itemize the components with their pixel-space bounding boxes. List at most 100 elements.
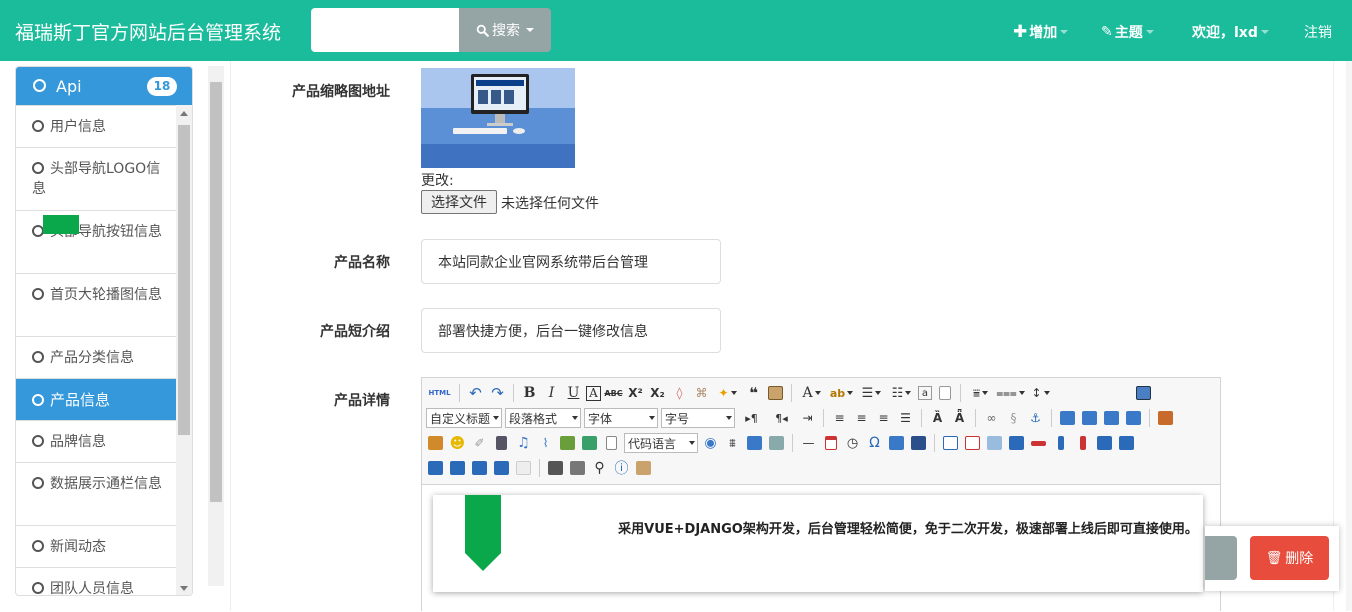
custom-title-select[interactable]: 自定义标题 [426, 408, 502, 428]
split-to-rows-icon[interactable] [448, 459, 467, 478]
sidebar-item-nav-logo[interactable]: 头部导航LOGO信息 [16, 147, 176, 210]
time-icon[interactable]: ◷ [843, 434, 862, 453]
merge-cells-icon[interactable] [1095, 434, 1114, 453]
auto-format-icon[interactable]: ✦ [714, 384, 741, 403]
scrollbar-thumb[interactable] [210, 82, 222, 502]
eraser-icon[interactable]: ◊ [670, 384, 689, 403]
insert-image-icon[interactable] [426, 434, 445, 453]
template-icon[interactable] [745, 434, 764, 453]
fullscreen-icon[interactable] [1134, 384, 1153, 403]
pagebreak-icon[interactable]: ⩩ [723, 434, 742, 453]
unlink-icon[interactable]: § [1004, 409, 1023, 428]
product-name-input[interactable] [421, 239, 721, 284]
sidebar-item-data-banner[interactable]: 数据展示通栏信息 [16, 462, 176, 525]
scrawl-icon[interactable]: ✐ [470, 434, 489, 453]
user-menu[interactable]: 欢迎，lxd [1192, 22, 1269, 42]
gmap-icon[interactable] [580, 434, 599, 453]
music-icon[interactable]: ♫ [514, 434, 533, 453]
insert-row-icon[interactable] [1007, 434, 1026, 453]
lowercase-icon[interactable]: Ǟ [950, 409, 969, 428]
background-icon[interactable] [767, 434, 786, 453]
rtl-icon[interactable]: ¶◂ [768, 409, 795, 428]
link-icon[interactable]: ∞ [982, 409, 1001, 428]
code-language-select[interactable]: 代码语言 [624, 433, 698, 453]
font-select[interactable]: 字体 [584, 408, 658, 428]
align-left-icon[interactable]: ≡ [830, 409, 849, 428]
split-to-cols-icon[interactable] [470, 459, 489, 478]
sidebar-header[interactable]: Api 18 [16, 67, 192, 105]
logout-link[interactable]: 注销 [1304, 22, 1332, 42]
insert-col-icon[interactable] [1051, 434, 1070, 453]
drafts-icon[interactable] [634, 459, 653, 478]
emotion-icon[interactable]: ☻ [448, 434, 467, 453]
image-center-icon[interactable] [1124, 409, 1143, 428]
search-button[interactable]: 搜索 [459, 8, 551, 52]
product-intro-input[interactable] [421, 308, 721, 353]
choose-file-button[interactable]: 选择文件 [421, 190, 497, 214]
sidebar-item-product-category[interactable]: 产品分类信息 [16, 336, 176, 378]
insert-table-icon[interactable] [941, 434, 960, 453]
help-icon[interactable]: ⓘ [612, 459, 631, 478]
sidebar-item-team[interactable]: 团队人员信息 [16, 567, 176, 595]
sidebar-item-news[interactable]: 新闻动态 [16, 525, 176, 567]
merge-right-icon[interactable] [1117, 434, 1136, 453]
align-right-icon[interactable]: ≡ [874, 409, 893, 428]
undo-icon[interactable]: ↶ [466, 384, 485, 403]
simple-upload-icon[interactable] [1156, 409, 1175, 428]
sidebar-item-product-info[interactable]: 产品信息 [16, 378, 176, 420]
horizontal-rule-icon[interactable]: — [799, 434, 818, 453]
border-text-icon[interactable]: A [586, 385, 601, 401]
line-height-icon[interactable]: ↕ [1027, 384, 1054, 403]
delete-button[interactable]: 🗑 删除 [1250, 536, 1329, 580]
sidebar-scrollbar[interactable] [176, 105, 192, 595]
highlight-color-icon[interactable]: ab [828, 384, 855, 403]
underline-icon[interactable]: U [564, 384, 583, 403]
row-spacing-top-icon[interactable]: ⩸ [967, 384, 994, 403]
page-scrollbar[interactable] [208, 66, 224, 586]
sidebar-item-nav-buttons[interactable]: 头部导航按钮信息 [16, 210, 176, 273]
delete-row-icon[interactable] [1029, 434, 1048, 453]
italic-icon[interactable]: I [542, 384, 561, 403]
quote-icon[interactable]: ❝ [744, 384, 763, 403]
sidebar-item-user-info[interactable]: 用户信息 [16, 105, 176, 147]
size-select[interactable]: 字号 [661, 408, 735, 428]
sidebar-item-carousel[interactable]: 首页大轮播图信息 [16, 273, 176, 336]
format-brush-icon[interactable]: ⌘ [692, 384, 711, 403]
frame-icon[interactable] [602, 434, 621, 453]
scroll-down-icon[interactable] [180, 586, 188, 591]
strikethrough-icon[interactable]: ABC [604, 384, 623, 403]
align-justify-icon[interactable]: ☰ [896, 409, 915, 428]
row-spacing-bottom-icon[interactable]: ⩶ [996, 384, 1025, 403]
map-icon[interactable] [558, 434, 577, 453]
delete-col-icon[interactable] [1073, 434, 1092, 453]
anchor-icon[interactable]: ⚓ [1026, 409, 1045, 428]
insert-video-icon[interactable] [492, 434, 511, 453]
preview-icon[interactable] [568, 459, 587, 478]
attachment-icon[interactable]: ⌇ [536, 434, 555, 453]
image-none-icon[interactable] [1058, 409, 1077, 428]
clear-doc-icon[interactable] [935, 384, 954, 403]
paste-plain-icon[interactable] [766, 384, 785, 403]
split-to-cells-icon[interactable] [492, 459, 511, 478]
uppercase-icon[interactable]: Ȁ [928, 409, 947, 428]
print-icon[interactable] [546, 459, 565, 478]
superscript-icon[interactable]: X² [626, 384, 645, 403]
brand-title[interactable]: 福瑞斯丁官方网站后台管理系统 [15, 18, 281, 45]
image-left-icon[interactable] [1080, 409, 1099, 428]
indent-icon[interactable]: ⇥ [798, 409, 817, 428]
search-input[interactable] [311, 8, 459, 52]
scrollbar-thumb[interactable] [178, 125, 190, 435]
redo-icon[interactable]: ↷ [488, 384, 507, 403]
theme-menu[interactable]: ✎ 主题 [1101, 22, 1154, 42]
bold-icon[interactable]: B [520, 384, 539, 403]
unordered-list-icon[interactable]: ☷ [888, 384, 915, 403]
scroll-up-icon[interactable] [180, 111, 188, 116]
special-char-icon[interactable]: Ω [865, 434, 884, 453]
ltr-icon[interactable]: ▸¶ [738, 409, 765, 428]
chart-icon[interactable] [514, 459, 533, 478]
sidebar-item-brand[interactable]: 品牌信息 [16, 420, 176, 462]
align-center-icon[interactable]: ≡ [852, 409, 871, 428]
search-doc-icon[interactable]: ⚲ [590, 459, 609, 478]
ordered-list-icon[interactable]: ☰ [858, 384, 885, 403]
word-image-icon[interactable] [887, 434, 906, 453]
